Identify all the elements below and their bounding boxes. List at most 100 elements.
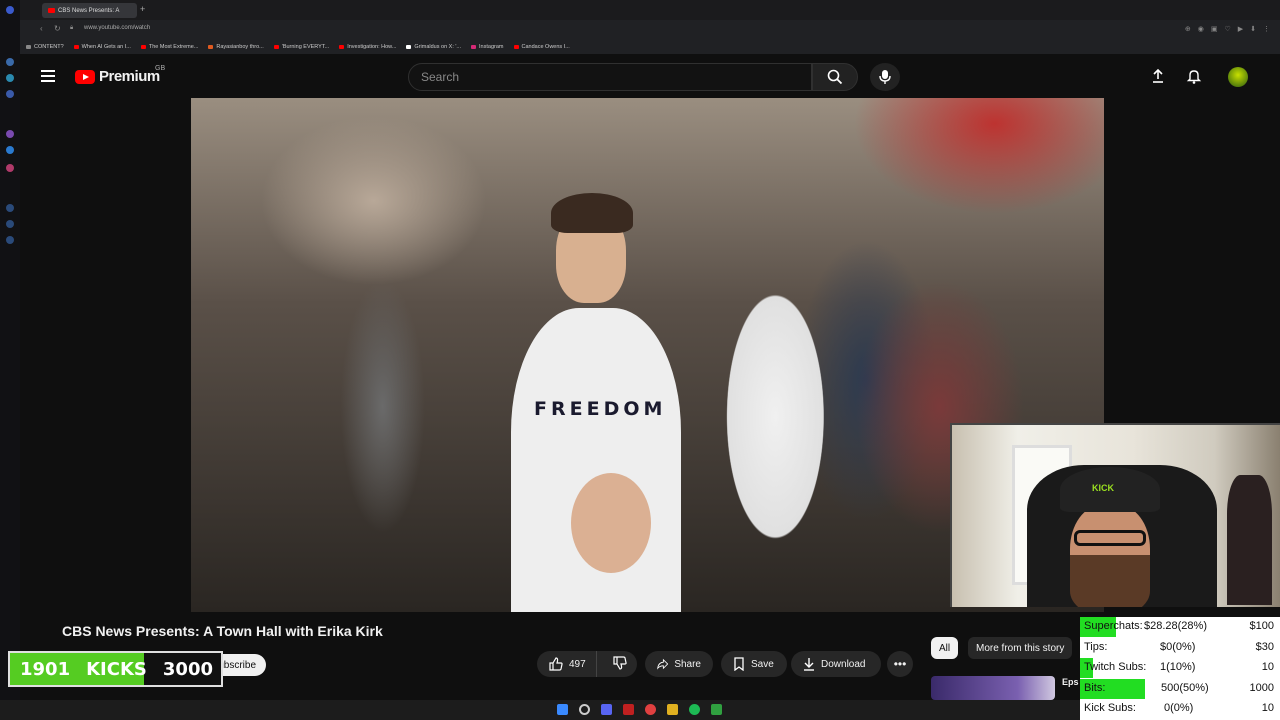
app-icon[interactable] <box>623 704 634 715</box>
download-button[interactable]: Download <box>791 651 881 677</box>
dislike-button[interactable] <box>603 655 637 673</box>
menu-icon[interactable]: ⋮ <box>1263 25 1270 33</box>
sidebar-app-icon[interactable] <box>6 146 14 154</box>
save-button[interactable]: Save <box>721 651 787 677</box>
stream-goal-label: Twitch Subs: <box>1084 661 1147 674</box>
bookmark-label: 'Burning EVERYT... <box>281 44 330 50</box>
avatar[interactable] <box>1228 67 1248 87</box>
bookmark-item[interactable]: When AI Gets an I... <box>73 44 131 50</box>
more-actions-button[interactable]: ••• <box>887 651 913 677</box>
bookmark-item[interactable]: Investigation: How... <box>339 44 396 50</box>
windows-taskbar <box>0 700 1080 720</box>
bookmark-item[interactable]: The Most Extreme... <box>140 44 198 50</box>
reload-icon[interactable]: ↻ <box>54 24 61 33</box>
stream-goal-value: 0(0%) <box>1164 702 1194 715</box>
bookmark-icon <box>734 657 744 671</box>
lock-icon: 🔒︎ <box>70 25 74 31</box>
new-tab-button[interactable]: + <box>140 4 145 14</box>
search-icon[interactable] <box>579 704 590 715</box>
bookmark-item[interactable]: 'Burning EVERYT... <box>273 44 330 50</box>
start-icon[interactable] <box>557 704 568 715</box>
stream-goal-row: Superchats: $28.28(28%) $100 <box>1080 617 1280 637</box>
video-frame-hand <box>571 473 651 573</box>
browser-icon[interactable] <box>645 704 656 715</box>
chip-all[interactable]: All <box>931 637 959 659</box>
search-placeholder: Search <box>421 70 460 84</box>
browser-logo-icon[interactable] <box>6 6 14 14</box>
sidebar-app-icon[interactable] <box>6 74 14 82</box>
bookmark-label: Rayasianboy thro... <box>216 44 264 50</box>
stream-goal-value: 500(50%) <box>1161 681 1209 694</box>
sidebar-app-icon[interactable] <box>6 90 14 98</box>
recommended-video-thumbnail[interactable] <box>931 676 1055 700</box>
sidebar-app-icon[interactable] <box>6 164 14 172</box>
extension-icon[interactable]: ▶ <box>1238 25 1243 33</box>
sidebar-app-icon[interactable] <box>6 130 14 138</box>
thumbs-up-icon <box>549 657 563 671</box>
share-icon <box>657 658 669 670</box>
bookmark-item[interactable]: CONTENT? <box>26 44 64 50</box>
url-field[interactable]: www.youtube.com/watch <box>84 25 150 31</box>
thumbs-down-icon <box>613 655 627 670</box>
sidebar-app-icon[interactable] <box>6 58 14 66</box>
stream-goal-target: 10 <box>1261 702 1274 715</box>
browser-sidebar <box>0 0 20 700</box>
bookmark-favicon-icon <box>26 45 31 49</box>
sidebar-app-icon[interactable] <box>6 220 14 228</box>
bookmark-favicon-icon <box>208 45 214 49</box>
extension-icon[interactable]: ▣ <box>1211 25 1218 33</box>
region-code: GB <box>155 65 166 72</box>
more-horizontal-icon: ••• <box>893 657 907 671</box>
extension-icon[interactable]: ◉ <box>1198 25 1204 33</box>
chip-more-from-story[interactable]: More from this story <box>968 637 1073 659</box>
bookmark-label: Candace Owens I... <box>521 44 570 50</box>
stream-goal-row: Twitch Subs: 1(10%) 10 <box>1080 658 1280 679</box>
bookmark-favicon-icon <box>273 45 279 49</box>
discord-icon[interactable] <box>601 704 612 715</box>
bookmark-item[interactable]: Rayasianboy thro... <box>208 44 264 50</box>
webcam-beard <box>1070 555 1150 607</box>
download-label: Download <box>821 658 866 670</box>
stream-goals-overlay: Superchats: $28.28(28%) $100 Tips: $0(0%) $30… <box>1080 617 1280 720</box>
mic-icon <box>879 70 891 84</box>
kicks-current: 1901 <box>20 658 71 680</box>
shirt-text: FREEDOM <box>534 398 667 420</box>
bookmark-favicon-icon <box>471 45 477 49</box>
video-title: CBS News Presents: A Town Hall with Erik… <box>62 623 383 639</box>
youtube-premium-logo[interactable]: Premium GB <box>75 65 165 85</box>
bookmark-icon[interactable]: ♡ <box>1224 25 1230 33</box>
folder-icon[interactable] <box>667 704 678 715</box>
back-icon[interactable]: ‹ <box>40 24 43 33</box>
bookmark-label: Investigation: How... <box>347 44 397 50</box>
stream-goal-target: $30 <box>1255 640 1274 653</box>
search-button[interactable] <box>812 63 858 91</box>
sidebar-app-icon[interactable] <box>6 236 14 244</box>
spotify-icon[interactable] <box>689 704 700 715</box>
app-icon[interactable] <box>711 704 722 715</box>
browser-tab-active[interactable]: CBS News Presents: A <box>42 3 137 18</box>
like-button[interactable]: 497 <box>537 651 597 677</box>
bookmark-item[interactable]: Candace Owens I... <box>513 44 570 50</box>
tab-title: CBS News Presents: A <box>58 7 120 14</box>
webcam-glasses <box>1074 530 1146 546</box>
bookmark-item[interactable]: Grimaldus on X: '... <box>406 44 461 50</box>
hamburger-icon[interactable] <box>41 70 55 82</box>
sidebar-app-icon[interactable] <box>6 204 14 212</box>
bookmark-favicon-icon <box>406 45 412 49</box>
extension-icon[interactable]: ⬇ <box>1250 25 1256 33</box>
stream-goal-value: 1(10%) <box>1160 661 1196 674</box>
youtube-favicon-icon <box>48 8 55 13</box>
search-icon <box>827 69 843 85</box>
search-input[interactable]: Search <box>408 63 812 91</box>
upload-icon[interactable] <box>1150 68 1166 84</box>
bookmark-item[interactable]: Instagram <box>471 44 504 50</box>
recommended-video-title[interactable]: Eps <box>1062 677 1079 687</box>
share-button[interactable]: Share <box>645 651 713 677</box>
voice-search-button[interactable] <box>870 63 900 91</box>
browser-tab-bar: CBS News Presents: A + <box>0 0 1280 20</box>
video-frame-hair <box>551 193 633 233</box>
bell-icon[interactable] <box>1186 68 1202 84</box>
zoom-icon[interactable]: ⊕ <box>1185 25 1191 33</box>
stream-goal-row: Bits: 500(50%) 1000 <box>1080 678 1280 699</box>
youtube-play-logo-icon <box>75 69 95 84</box>
